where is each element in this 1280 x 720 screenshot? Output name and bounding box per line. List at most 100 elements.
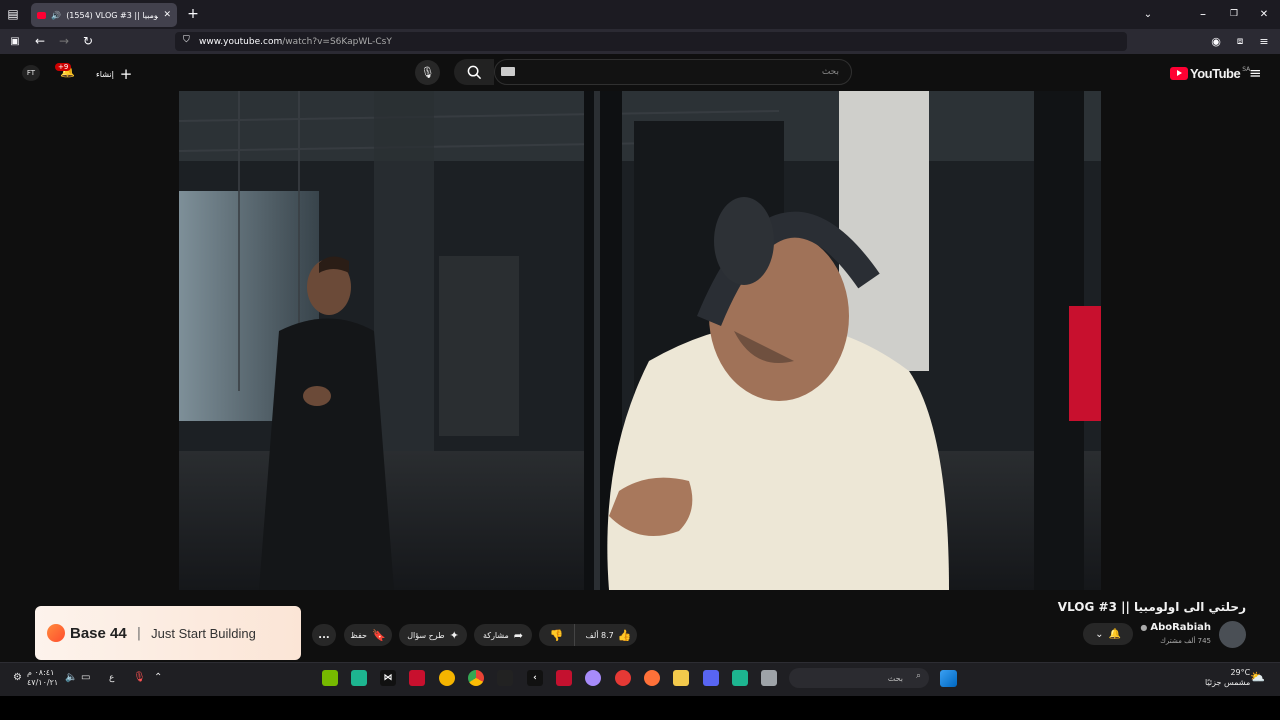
keyboard-icon[interactable]	[501, 67, 515, 76]
audio-playing-icon[interactable]: 🔊	[51, 11, 61, 20]
clock[interactable]: ٠٨:٤١ م ٤٧/١٠/٢١	[27, 668, 58, 688]
like-dislike-group: 👎 8.7 ألف 👍	[539, 624, 637, 646]
search-input[interactable]: بحث	[494, 59, 852, 85]
app-icon-yellow[interactable]	[439, 670, 455, 686]
taskbar-search-icon: ⌕	[915, 671, 921, 681]
back-icon[interactable]: ←	[31, 32, 49, 50]
account-icon[interactable]: ◉	[1207, 32, 1225, 50]
youtube-play-logo-icon	[1170, 67, 1188, 80]
ad-tagline: Just Start Building	[151, 625, 256, 641]
create-label: إنشاء	[96, 69, 114, 79]
like-count: 8.7 ألف	[585, 630, 614, 640]
tab-list-icon[interactable]: ▤	[4, 5, 22, 23]
ulanzi-icon[interactable]	[409, 670, 425, 686]
url-bar[interactable]: ⛉ www.youtube.com/watch?v=S6KapWL-CsY	[175, 32, 1127, 51]
create-button[interactable]: إنشاء +	[96, 65, 132, 83]
close-window-icon[interactable]: ✕	[1255, 5, 1273, 23]
browser-tab[interactable]: 🔊 (1554) VLOG #3 || رحلتي الى اولومبيا ✕	[31, 3, 177, 27]
chrome-icon[interactable]	[468, 670, 484, 686]
app-icon-purple[interactable]	[585, 670, 601, 686]
bottom-black-strip	[0, 696, 1280, 720]
input-language[interactable]: ع	[109, 673, 114, 683]
share-button[interactable]: مشاركة ➦	[474, 624, 532, 646]
like-button[interactable]: 8.7 ألف 👍	[580, 624, 637, 646]
file-explorer-icon[interactable]	[673, 670, 689, 686]
video-title: رحلتي الى اولومبيا || VLOG #3	[1057, 600, 1246, 614]
thumbs-down-icon: 👎	[549, 628, 564, 642]
video-player[interactable]	[179, 91, 1101, 590]
notification-badge: +9	[55, 63, 72, 71]
ask-button[interactable]: طرح سؤال ✦	[399, 624, 467, 646]
network-icon[interactable]: ▭	[81, 672, 90, 683]
avatar[interactable]: FT	[22, 65, 40, 81]
ad-banner[interactable]: Base 44 | Just Start Building	[35, 606, 301, 660]
plus-icon: +	[119, 65, 133, 83]
subscription-bell-button[interactable]: ⌄ 🔔	[1083, 623, 1133, 645]
video-frame	[179, 91, 1101, 590]
sparkle-icon: ✦	[449, 628, 459, 642]
save-button[interactable]: حفظ 🔖	[344, 624, 392, 646]
channel-name-row[interactable]: ● AboRabiah	[1140, 622, 1211, 633]
bell-icon: 🔔	[1108, 628, 1121, 640]
menu-icon[interactable]: ≡	[1255, 32, 1273, 50]
url-host: www.youtube.com	[199, 36, 283, 47]
channel-avatar[interactable]	[1219, 621, 1246, 648]
voice-search-button[interactable]: 🎙	[415, 60, 440, 85]
weather-temp: 29°C	[1230, 668, 1251, 677]
clock-date: ٤٧/١٠/٢١	[27, 678, 59, 687]
capcut-icon[interactable]: ⋈	[380, 670, 396, 686]
sidebar-icon[interactable]: ▣	[6, 32, 24, 50]
app-icon-gray[interactable]	[761, 670, 777, 686]
subscriber-count: 745 ألف مشترك	[1160, 637, 1211, 645]
weather-desc: مشمس جزئيًا	[1205, 678, 1251, 687]
chevron-down-icon[interactable]: ⌄	[1139, 5, 1157, 23]
taskbar-search[interactable]: بحث ⌕	[789, 668, 929, 688]
search-icon	[467, 65, 481, 79]
share-arrow-icon: ➦	[513, 628, 524, 642]
more-actions-button[interactable]: ...	[312, 624, 336, 646]
url-path: /watch?v=S6KapWL-CsY	[282, 36, 392, 47]
forward-icon[interactable]: →	[55, 32, 73, 50]
app-icon-dark[interactable]	[497, 670, 513, 686]
guide-menu-icon[interactable]: ≡	[1249, 64, 1262, 82]
firefox-icon[interactable]	[644, 670, 660, 686]
minimize-icon[interactable]: –	[1194, 5, 1212, 23]
reload-icon[interactable]: ↻	[79, 32, 97, 50]
acrobat-icon[interactable]	[556, 670, 572, 686]
show-hidden-icons-icon[interactable]: ⌃	[154, 672, 162, 683]
app-icon-arrow[interactable]: ‹	[527, 670, 543, 686]
microphone-icon: 🎙	[420, 66, 435, 79]
volume-icon[interactable]: 🔈	[65, 672, 77, 683]
tab-close-icon[interactable]: ✕	[163, 10, 171, 20]
new-tab-icon[interactable]: +	[184, 5, 202, 23]
youtube-logo[interactable]: YouTube SA	[1170, 66, 1250, 81]
weather-icon: ⛅	[1250, 670, 1265, 684]
ad-brand: Base 44	[70, 624, 127, 642]
discord-icon[interactable]	[703, 670, 719, 686]
ad-separator: |	[136, 625, 142, 641]
restore-icon[interactable]: ❐	[1225, 5, 1243, 23]
search-button[interactable]	[454, 59, 494, 85]
chevron-down-icon: ⌄	[1095, 628, 1104, 640]
app-icon-teal[interactable]	[732, 670, 748, 686]
browser-tab-bar: ▤ 🔊 (1554) VLOG #3 || رحلتي الى اولومبيا…	[0, 0, 1280, 29]
windows-start-icon[interactable]	[940, 670, 957, 687]
channel-name: AboRabiah	[1150, 622, 1211, 633]
app-icon-green[interactable]	[351, 670, 367, 686]
save-label: حفظ	[350, 630, 367, 640]
mic-in-use-icon[interactable]: 🎙	[133, 672, 146, 683]
settings-gear-icon[interactable]: ⚙	[13, 672, 22, 683]
extensions-icon[interactable]: ⧈	[1231, 32, 1249, 50]
nvidia-icon[interactable]	[322, 670, 338, 686]
weather-widget[interactable]: 29°C مشمس جزئيًا	[1205, 668, 1250, 688]
site-info-icon[interactable]: ⛉	[183, 35, 190, 45]
dislike-button[interactable]: 👎	[539, 624, 575, 646]
share-label: مشاركة	[482, 630, 509, 640]
app-icon-red[interactable]	[615, 670, 631, 686]
bookmark-icon: 🔖	[371, 628, 386, 642]
ask-label: طرح سؤال	[407, 630, 445, 640]
clock-time: ٠٨:٤١ م	[27, 668, 55, 677]
search-placeholder: بحث	[821, 67, 839, 77]
thumbs-up-icon: 👍	[617, 628, 632, 642]
taskbar-search-text: بحث	[887, 673, 903, 683]
